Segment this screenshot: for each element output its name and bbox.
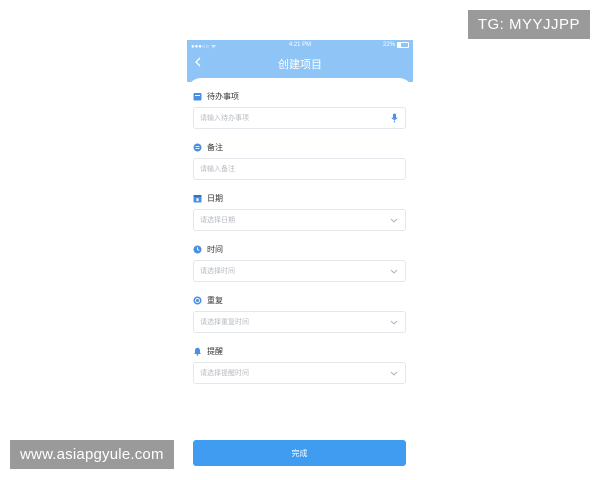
page-title: 创建项目 [278,58,322,71]
chevron-down-icon [390,269,398,274]
todo-icon [193,92,202,100]
reminder-select[interactable]: 请选择提醒时间 [193,362,406,384]
calendar-icon [193,194,202,202]
chevron-down-icon [390,371,398,376]
repeat-dropdown [389,317,399,327]
repeat-placeholder: 请选择重复时间 [200,318,249,326]
date-select[interactable]: 请选择日期 [193,209,406,231]
repeat-select[interactable]: 请选择重复时间 [193,311,406,333]
repeat-label: 重复 [207,295,223,305]
tg-watermark: TG: MYYJJPP [467,10,590,39]
note-icon [193,143,202,151]
chevron-down-icon [390,218,398,223]
field-time: 时间 请选择时间 [193,243,406,282]
todo-placeholder: 请输入待办事项 [200,114,249,122]
note-placeholder: 请输入备注 [200,165,235,173]
note-label: 备注 [207,142,223,152]
date-placeholder: 请选择日期 [200,216,235,224]
field-repeat: 重复 请选择重复时间 [193,294,406,333]
date-label: 日期 [207,193,223,203]
reminder-placeholder: 请选择提醒时间 [200,369,249,377]
microphone-button[interactable] [389,113,399,123]
todo-input[interactable]: 请输入待办事项 [193,107,406,129]
form-body: 待办事项 请输入待办事项 备注 请输入备注 日期 请选择日期 时间 请选择时间 … [187,78,413,480]
battery-status: 22% [383,42,409,48]
time-select[interactable]: 请选择时间 [193,260,406,282]
field-note: 备注 请输入备注 [193,141,406,180]
phone-screen: ●●●○○ ᯤ 4:21 PM 22% 创建项目 待办事项 请输入待办事项 备注… [187,40,413,480]
field-todo: 待办事项 请输入待办事项 [193,90,406,129]
battery-percent: 22% [382,42,395,48]
bell-icon [194,347,201,356]
note-input[interactable]: 请输入备注 [193,158,406,180]
chevron-down-icon [390,320,398,325]
reminder-label: 提醒 [207,346,223,356]
repeat-icon [193,296,202,304]
status-bar: ●●●○○ ᯤ 4:21 PM 22% [187,40,413,52]
time-label: 时间 [207,244,223,254]
date-dropdown [389,215,399,225]
time-dropdown [389,266,399,276]
time-placeholder: 请选择时间 [200,267,235,275]
header: ●●●○○ ᯤ 4:21 PM 22% 创建项目 [187,40,413,82]
reminder-dropdown [389,368,399,378]
status-time: 4:21 PM [288,42,312,48]
clock-icon [193,245,202,253]
submit-button[interactable]: 完成 [193,440,406,466]
field-reminder: 提醒 请选择提醒时间 [193,345,406,384]
battery-icon [397,42,409,48]
field-date: 日期 请选择日期 [193,192,406,231]
site-watermark: www.asiapgyule.com [10,440,174,469]
todo-label: 待办事项 [207,91,239,101]
microphone-icon [390,113,398,123]
